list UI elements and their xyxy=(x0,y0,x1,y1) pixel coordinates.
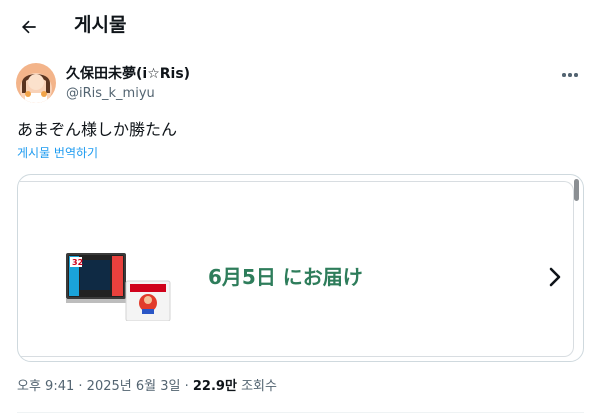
meta-separator: · xyxy=(78,379,83,394)
card-scrollbar[interactable] xyxy=(574,179,579,201)
post-time[interactable]: 오후 9:41 xyxy=(17,379,74,394)
more-dot xyxy=(574,73,578,77)
more-dots-icon xyxy=(562,73,566,77)
author-row: 久保田未夢(i☆Ris) @iRis_k_miyu xyxy=(16,63,584,107)
display-name[interactable]: 久保田未夢(i☆Ris) xyxy=(66,65,190,83)
product-image: 32 xyxy=(66,251,176,322)
translate-post-link[interactable]: 게시물 번역하기 xyxy=(17,145,98,161)
card-next-button[interactable] xyxy=(546,263,564,291)
tweet-text: あまぞん様しか勝たん xyxy=(17,120,178,139)
post-header: 게시물 xyxy=(0,0,600,52)
views-count[interactable]: 22.9만 xyxy=(193,379,237,394)
user-handle[interactable]: @iRis_k_miyu xyxy=(66,85,155,103)
delivery-date-text: 6月5日 にお届け xyxy=(208,265,363,289)
avatar-image xyxy=(16,63,56,103)
views-label: 조회수 xyxy=(241,379,277,394)
meta-separator: · xyxy=(184,379,189,394)
divider xyxy=(17,412,584,413)
more-options-button[interactable] xyxy=(556,65,584,85)
more-dot xyxy=(568,73,572,77)
avatar[interactable] xyxy=(16,63,56,103)
post-date[interactable]: 2025년 6월 3일 xyxy=(87,379,181,394)
media-card[interactable]: 32 6月5日 にお届け xyxy=(17,174,584,362)
page-title: 게시물 xyxy=(74,14,127,36)
arrow-left-icon xyxy=(21,20,36,34)
svg-text:32: 32 xyxy=(72,258,83,267)
back-button[interactable] xyxy=(14,12,44,42)
post-meta: 오후 9:41 · 2025년 6월 3일 · 22.9만 조회수 xyxy=(17,378,277,396)
product-bundle-image: 32 xyxy=(66,253,171,322)
chevron-right-icon xyxy=(549,267,561,287)
